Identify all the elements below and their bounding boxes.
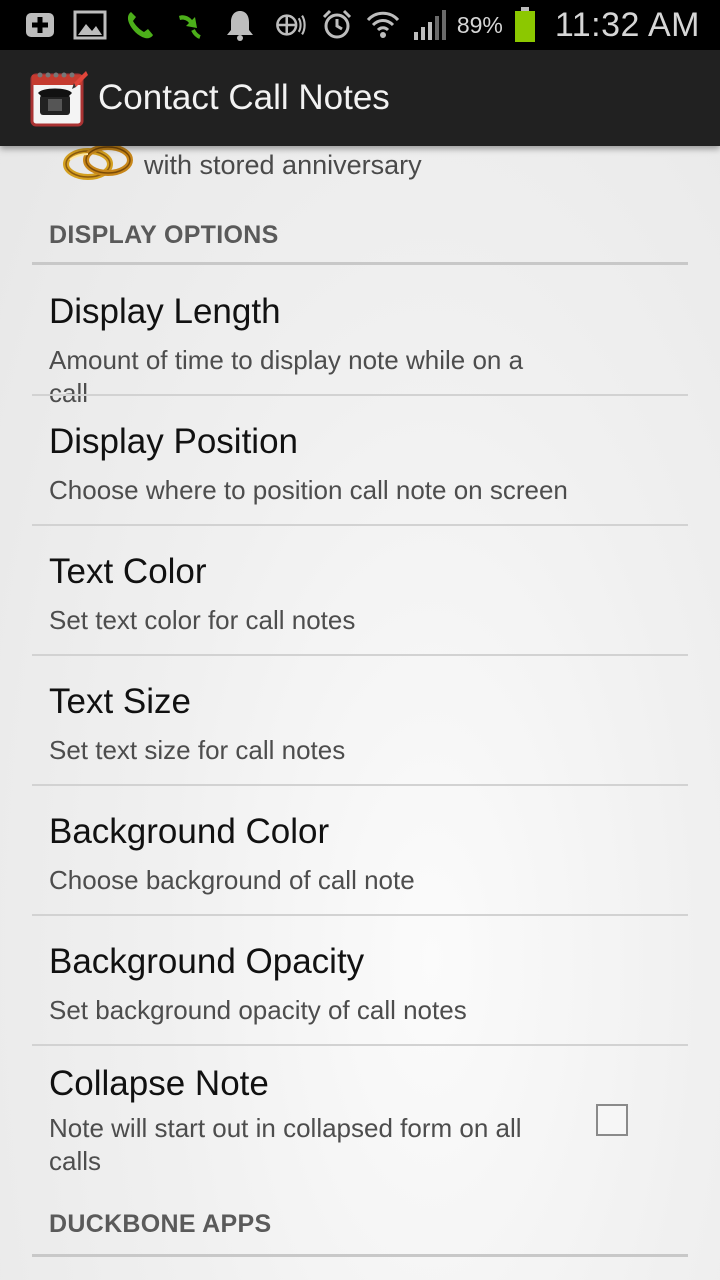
image-icon [72, 7, 108, 43]
pref-display-length[interactable]: Display Length Amount of time to display… [32, 266, 688, 408]
pref-text-size[interactable]: Text Size Set text size for call notes [32, 656, 688, 786]
category-label: DISPLAY OPTIONS [49, 221, 279, 249]
pref-collapse-note[interactable]: Collapse Note Note will start out in col… [32, 1046, 688, 1186]
pref-summary: Set text color for call notes [49, 605, 356, 635]
pref-title: Background Opacity [49, 942, 365, 981]
battery-percent: 89% [456, 11, 503, 38]
clock: 11:32 AM [554, 5, 700, 44]
pref-summary: with stored anniversary [144, 150, 422, 180]
pref-summary: Choose background of call note [49, 865, 415, 895]
system-status: 89% 11:32 AM [273, 6, 720, 45]
category-duckbone-apps: DUCKBONE APPS [32, 1186, 688, 1257]
pref-title: Text Size [49, 682, 191, 721]
alarm-icon [319, 7, 355, 43]
notepad-phone-icon[interactable] [30, 69, 88, 127]
pref-display-position[interactable]: Display Position Choose where to positio… [32, 396, 688, 526]
preferences-list[interactable]: with stored anniversary DISPLAY OPTIONS … [0, 146, 720, 1280]
pref-summary: Note will start out in collapsed form on… [49, 1113, 522, 1176]
missed-call-icon [172, 7, 208, 43]
pref-summary: Choose where to position call note on sc… [49, 475, 568, 505]
pref-background-opacity[interactable]: Background Opacity Set background opacit… [32, 916, 688, 1046]
pref-title: Display Length [49, 292, 281, 331]
category-display-options: DISPLAY OPTIONS [32, 202, 688, 265]
pref-summary: Set background opacity of call notes [49, 995, 467, 1025]
pref-background-color[interactable]: Background Color Choose background of ca… [32, 786, 688, 916]
category-label: DUCKBONE APPS [49, 1210, 272, 1238]
notification-icons [0, 7, 258, 43]
anniversary-pref-item[interactable]: with stored anniversary [0, 146, 720, 196]
bell-icon [222, 7, 258, 43]
action-bar: Contact Call Notes [0, 50, 720, 146]
status-bar: 89% 11:32 AM [0, 0, 720, 50]
pref-summary: Set text size for call notes [49, 735, 346, 765]
plus-icon [22, 7, 58, 43]
app-title: Contact Call Notes [98, 78, 390, 117]
pref-title: Background Color [49, 812, 330, 851]
sync-icon [273, 7, 309, 43]
wifi-icon [365, 7, 401, 43]
battery-icon [513, 7, 537, 43]
pref-title: Display Position [49, 422, 298, 461]
wedding-rings-icon [60, 146, 136, 184]
signal-icon [411, 7, 447, 43]
pref-text-color[interactable]: Text Color Set text color for call notes [32, 526, 688, 656]
pref-title: Text Color [49, 552, 207, 591]
call-icon [122, 7, 158, 43]
collapse-note-checkbox[interactable] [596, 1104, 628, 1136]
pref-title: Collapse Note [49, 1064, 269, 1103]
